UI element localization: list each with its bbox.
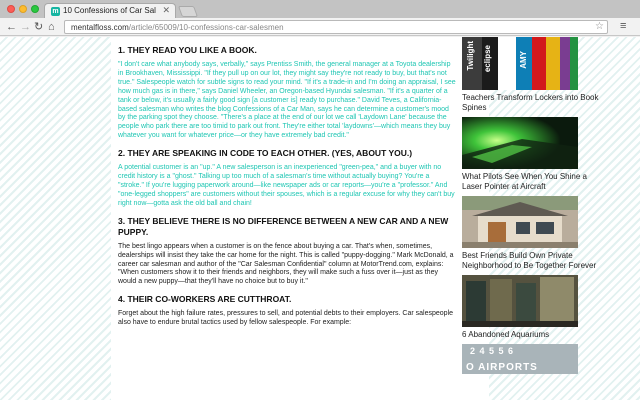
aquarium-graphic bbox=[462, 275, 578, 327]
section-paragraph: A potential customer is an "up." A new s… bbox=[118, 164, 455, 207]
browser-toolbar: ← → ↻ ⌂ mentalfloss.com/article/65009/10… bbox=[0, 18, 640, 36]
airport-sign-text: O AIRPORTS bbox=[466, 362, 538, 373]
back-arrow-icon[interactable]: ← bbox=[6, 20, 17, 34]
laser-glare-graphic bbox=[462, 117, 578, 169]
related-card-title[interactable]: What Pilots See When You Shine a Laser P… bbox=[462, 172, 602, 192]
home-icon[interactable]: ⌂ bbox=[48, 20, 55, 34]
reload-icon[interactable]: ↻ bbox=[34, 20, 43, 34]
url-host: mentalfloss.com bbox=[71, 23, 129, 32]
laser-cockpit-thumbnail[interactable] bbox=[462, 117, 578, 169]
spine-label: AMY bbox=[519, 51, 528, 69]
page-scrollbar[interactable] bbox=[628, 37, 640, 400]
section-paragraph: Forget about the high failure rates, pre… bbox=[118, 310, 454, 327]
tab-title: 10 Confessions of Car Sal bbox=[63, 6, 156, 15]
url-text: mentalfloss.com/article/65009/10-confess… bbox=[71, 23, 284, 32]
tiny-house-graphic bbox=[462, 196, 578, 248]
tab-close-icon[interactable]: ✕ bbox=[162, 5, 170, 16]
related-card[interactable]: 2 4 5 5 6 O AIRPORTS bbox=[462, 344, 602, 374]
aquarium-thumbnail[interactable] bbox=[462, 275, 578, 327]
browser-tab[interactable]: m 10 Confessions of Car Sal ✕ bbox=[44, 3, 176, 18]
window-close-button[interactable] bbox=[7, 5, 15, 13]
section-heading: 3. THEY BELIEVE THERE IS NO DIFFERENCE B… bbox=[118, 215, 449, 237]
page-viewport: 1. THEY READ YOU LIKE A BOOK. "I don't ca… bbox=[0, 37, 640, 400]
section-heading: 2. THEY ARE SPEAKING IN CODE TO EACH OTH… bbox=[118, 148, 413, 159]
address-bar[interactable]: mentalfloss.com/article/65009/10-confess… bbox=[64, 20, 608, 34]
window-maximize-button[interactable] bbox=[31, 5, 39, 13]
section-heading: 1. THEY READ YOU LIKE A BOOK. bbox=[118, 45, 257, 55]
url-path: /article/65009/10-confessions-car-salesm… bbox=[128, 23, 284, 32]
spine-label: Twilight bbox=[466, 41, 475, 71]
related-card-title[interactable]: Best Friends Build Own Private Neighborh… bbox=[462, 251, 602, 271]
tab-strip: m 10 Confessions of Car Sal ✕ bbox=[0, 0, 640, 18]
related-articles-sidebar: Twilight eclipse AMY Teachers Transform … bbox=[462, 37, 602, 374]
article-body: 1. THEY READ YOU LIKE A BOOK. "I don't ca… bbox=[118, 45, 456, 335]
book-spines-thumbnail[interactable]: Twilight eclipse AMY bbox=[462, 37, 578, 90]
spine-label: eclipse bbox=[483, 45, 492, 73]
bookmark-star-icon[interactable]: ☆ bbox=[595, 21, 604, 32]
related-card[interactable]: Best Friends Build Own Private Neighborh… bbox=[462, 196, 602, 271]
airport-sign-text: 2 4 5 5 6 bbox=[470, 346, 515, 356]
section-paragraph: The best lingo appears when a customer i… bbox=[118, 242, 454, 286]
browser-menu-icon[interactable]: ≡ bbox=[620, 20, 626, 32]
related-card-title[interactable]: Teachers Transform Lockers into Book Spi… bbox=[462, 93, 602, 113]
related-card[interactable]: Twilight eclipse AMY Teachers Transform … bbox=[462, 37, 602, 113]
related-card[interactable]: 6 Abandoned Aquariums bbox=[462, 275, 602, 340]
section-heading: 4. THEIR CO-WORKERS ARE CUTTHROAT. bbox=[118, 294, 292, 305]
airport-sign-thumbnail[interactable]: 2 4 5 5 6 O AIRPORTS bbox=[462, 344, 578, 374]
mentalfloss-favicon-icon: m bbox=[51, 7, 60, 16]
section-paragraph: "I don't care what anybody says, verball… bbox=[118, 61, 456, 140]
related-card-title[interactable]: 6 Abandoned Aquariums bbox=[462, 330, 602, 340]
related-card[interactable]: What Pilots See When You Shine a Laser P… bbox=[462, 117, 602, 192]
forward-arrow-icon[interactable]: → bbox=[20, 20, 31, 34]
window-minimize-button[interactable] bbox=[19, 5, 27, 13]
tiny-house-thumbnail[interactable] bbox=[462, 196, 578, 248]
new-tab-button[interactable] bbox=[177, 6, 199, 17]
page-content: 1. THEY READ YOU LIKE A BOOK. "I don't ca… bbox=[111, 37, 599, 400]
